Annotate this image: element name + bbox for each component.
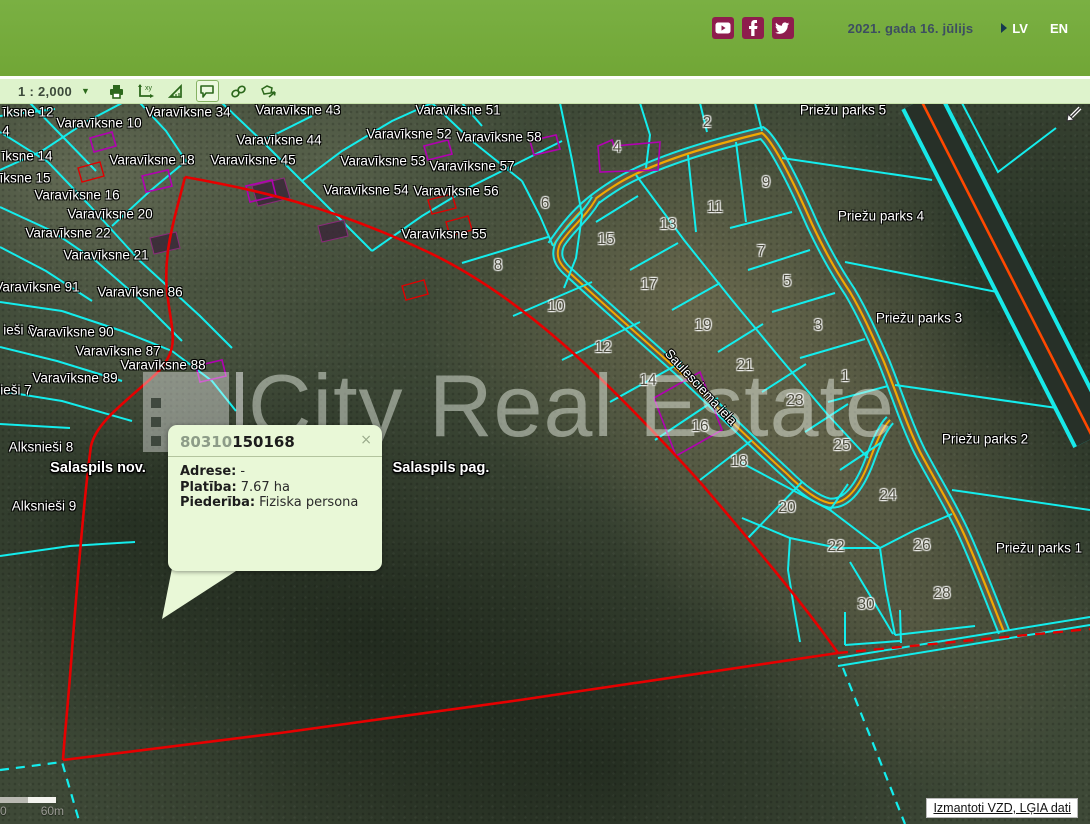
parcel-info-popup: 80310150168 × Adrese:- Platība:7.67 ha P… (168, 425, 382, 571)
info-bubble-icon[interactable] (196, 80, 219, 102)
print-icon[interactable] (106, 81, 127, 101)
measure-area-icon[interactable] (166, 81, 187, 101)
twitter-icon[interactable] (772, 17, 794, 39)
map-canvas[interactable]: City Real Estate īksne 124Varavīksne 10V… (0, 103, 1090, 824)
lang-en-link[interactable]: EN (1050, 21, 1068, 36)
cadastre-code-prefix: 80310 (180, 433, 232, 451)
svg-text:xy: xy (145, 85, 153, 92)
link-icon[interactable] (228, 81, 249, 101)
chevron-down-icon: ▼ (81, 86, 90, 96)
scale-value: 1 : 2,000 (18, 84, 72, 99)
cadastre-map-app: 2021. gada 16. jūlijs LV EN 1 : 2,000 ▼ … (0, 0, 1090, 824)
draw-arrow-icon[interactable] (1062, 104, 1084, 126)
facebook-icon[interactable] (742, 17, 764, 39)
popup-row-piederiba: Piederība:Fiziska persona (180, 495, 370, 511)
youtube-icon[interactable] (712, 17, 734, 39)
header-date: 2021. gada 16. jūlijs (848, 21, 974, 36)
popup-close-button[interactable]: × (360, 432, 372, 448)
cadastre-code: 150168 (232, 433, 295, 451)
popup-header: 80310150168 × (168, 425, 382, 457)
select-area-icon[interactable] (258, 81, 279, 101)
lang-arrow-icon (1001, 23, 1007, 33)
scale-select[interactable]: 1 : 2,000 ▼ (18, 84, 90, 99)
lang-lv-link[interactable]: LV (1012, 21, 1028, 36)
attribution: Izmantoti VZD, LĢIA dati (926, 798, 1078, 818)
popup-row-platiba: Platība:7.67 ha (180, 480, 370, 496)
satellite-texture (0, 103, 1090, 824)
map-toolbar: 1 : 2,000 ▼ xy (0, 79, 1090, 104)
measure-xy-icon[interactable]: xy (136, 81, 157, 101)
top-header: 2021. gada 16. jūlijs LV EN (0, 0, 1090, 76)
attribution-link[interactable]: Izmantoti VZD, LĢIA dati (933, 801, 1071, 815)
popup-body: Adrese:- Platība:7.67 ha Piederība:Fizis… (168, 457, 382, 518)
popup-row-adrese: Adrese:- (180, 464, 370, 480)
